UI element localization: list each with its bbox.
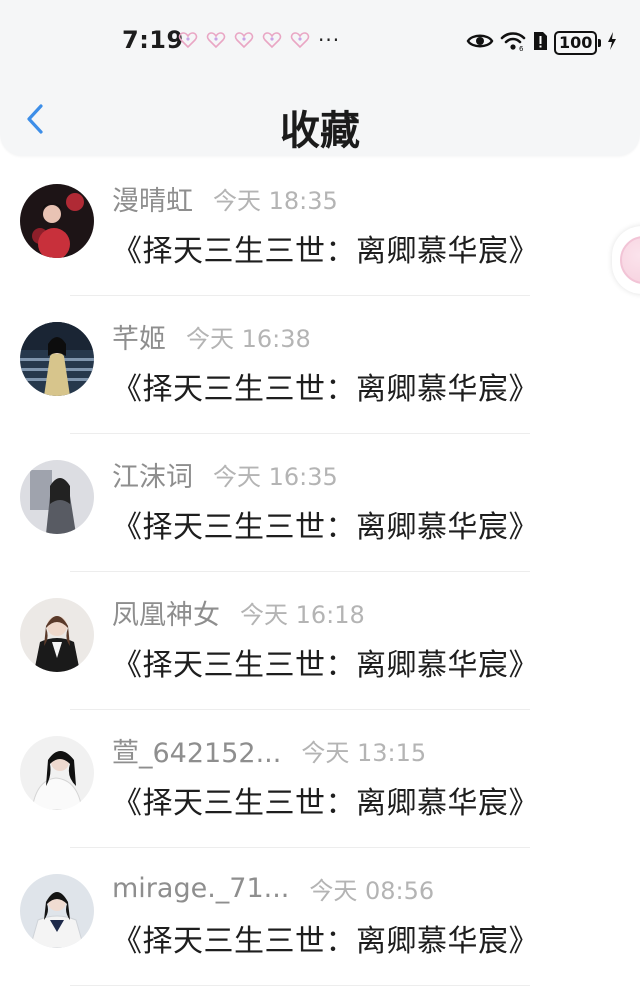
- favorite-content[interactable]: 《择天三生三世：离卿慕华宸》: [112, 778, 539, 822]
- heart-icon: [178, 30, 198, 50]
- user-name[interactable]: mirage._71...: [112, 873, 289, 904]
- favorite-item[interactable]: 芊姬 今天 16:38 《择天三生三世：离卿慕华宸》: [0, 296, 640, 434]
- status-time: 7:19: [122, 26, 184, 54]
- favorite-content[interactable]: 《择天三生三世：离卿慕华宸》: [112, 916, 539, 960]
- divider: [70, 985, 530, 986]
- avatar[interactable]: [20, 598, 94, 672]
- avatar[interactable]: [20, 322, 94, 396]
- heart-icon: [262, 30, 282, 50]
- more-notifications: ···: [318, 28, 341, 52]
- favorite-content[interactable]: 《择天三生三世：离卿慕华宸》: [112, 226, 539, 270]
- wifi-icon: 6: [500, 30, 526, 56]
- timestamp: 今天 16:35: [213, 462, 338, 491]
- user-name[interactable]: 芊姬: [112, 317, 166, 356]
- page-title: 收藏: [280, 108, 360, 154]
- favorite-item[interactable]: 漫晴虹 今天 18:35 《择天三生三世：离卿慕华宸》: [0, 158, 640, 296]
- heart-icon: [206, 30, 226, 50]
- favorite-content[interactable]: 《择天三生三世：离卿慕华宸》: [112, 640, 539, 684]
- status-bar: 7:19 ··· 6 100: [0, 22, 640, 62]
- name-line: 江沫词 今天 16:35: [112, 455, 338, 494]
- user-name[interactable]: 漫晴虹: [112, 179, 193, 218]
- avatar[interactable]: [20, 874, 94, 948]
- name-line: 漫晴虹 今天 18:35: [112, 179, 338, 218]
- svg-text:6: 6: [519, 45, 524, 52]
- battery-cap: [598, 39, 602, 47]
- battery-level: 100: [554, 31, 598, 55]
- sim-alert-icon: [532, 30, 548, 56]
- user-name[interactable]: 萱_642152...: [112, 731, 281, 770]
- eye-icon: [466, 31, 494, 55]
- avatar[interactable]: [20, 736, 94, 810]
- timestamp: 今天 13:15: [301, 738, 427, 767]
- avatar[interactable]: [20, 460, 94, 534]
- favorite-content[interactable]: 《择天三生三世：离卿慕华宸》: [112, 364, 539, 408]
- battery-indicator: 100: [554, 31, 602, 55]
- system-indicators: 6 100: [466, 30, 617, 56]
- favorite-item[interactable]: mirage._71... 今天 08:56 《择天三生三世：离卿慕华宸》: [0, 848, 640, 986]
- heart-icon: [234, 30, 254, 50]
- name-line: 凤凰神女 今天 16:18: [112, 593, 365, 632]
- favorites-list: 漫晴虹 今天 18:35 《择天三生三世：离卿慕华宸》 芊姬 今天 16:38 …: [0, 158, 640, 986]
- avatar[interactable]: [20, 184, 94, 258]
- timestamp: 今天 16:38: [186, 324, 311, 353]
- favorite-item[interactable]: 凤凰神女 今天 16:18 《择天三生三世：离卿慕华宸》: [0, 572, 640, 710]
- charging-icon: [607, 31, 617, 55]
- floating-assistant-icon: [620, 236, 640, 284]
- heart-icon: [290, 30, 310, 50]
- name-line: 芊姬 今天 16:38: [112, 317, 311, 356]
- notification-icons: [178, 30, 310, 50]
- timestamp: 今天 16:18: [240, 600, 365, 629]
- name-line: 萱_642152... 今天 13:15: [112, 731, 427, 770]
- favorite-item[interactable]: 萱_642152... 今天 13:15 《择天三生三世：离卿慕华宸》: [0, 710, 640, 848]
- user-name[interactable]: 凤凰神女: [112, 593, 220, 632]
- favorite-content[interactable]: 《择天三生三世：离卿慕华宸》: [112, 502, 539, 546]
- name-line: mirage._71... 今天 08:56: [112, 870, 434, 906]
- favorite-item[interactable]: 江沫词 今天 16:35 《择天三生三世：离卿慕华宸》: [0, 434, 640, 572]
- timestamp: 今天 18:35: [213, 186, 338, 215]
- user-name[interactable]: 江沫词: [112, 455, 193, 494]
- timestamp: 今天 08:56: [309, 876, 435, 905]
- top-bar: 7:19 ··· 6 100 收藏: [0, 0, 640, 156]
